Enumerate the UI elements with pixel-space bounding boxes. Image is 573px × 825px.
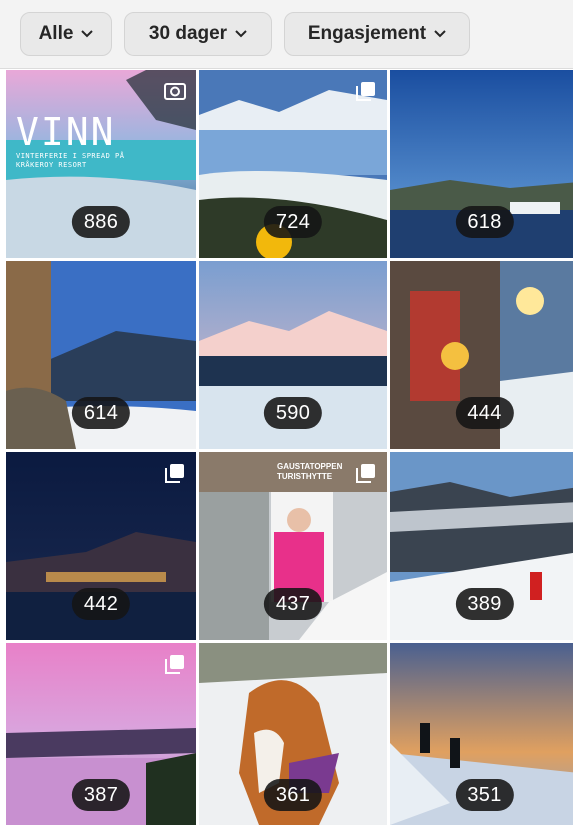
post-grid: VINN VINTERFERIE I SPREAD PÅ KRÅKEROY RE… (6, 70, 573, 825)
filter-period-dropdown[interactable]: 30 dager (124, 12, 272, 56)
engagement-count: 590 (263, 397, 323, 429)
filter-metric-label: Engasjement (307, 23, 427, 44)
filter-bar: Alle 30 dager Engasjement (0, 0, 573, 69)
post-tile[interactable]: 618 (390, 70, 573, 258)
chevron-down-icon (235, 30, 247, 38)
post-overlay-title: VINN (16, 110, 116, 154)
filter-all-dropdown[interactable]: Alle (20, 12, 112, 56)
engagement-count: 618 (455, 206, 514, 238)
engagement-count: 614 (71, 397, 131, 429)
post-tile[interactable]: 444 (390, 261, 573, 449)
engagement-count: 351 (455, 779, 514, 811)
engagement-count: 387 (71, 779, 131, 811)
post-tile[interactable]: 442 (6, 452, 196, 640)
engagement-count: 886 (71, 206, 131, 238)
post-tile[interactable]: 387 (6, 643, 196, 825)
post-tile[interactable]: 614 (6, 261, 196, 449)
engagement-count: 361 (263, 779, 323, 811)
filter-metric-dropdown[interactable]: Engasjement (284, 12, 470, 56)
engagement-count: 444 (455, 397, 514, 429)
carousel-icon (356, 464, 375, 483)
engagement-count: 724 (263, 206, 323, 238)
post-tile[interactable]: GAUSTATOPPEN TURISTHYTTE 437 (199, 452, 387, 640)
chevron-down-icon (81, 30, 94, 38)
filter-all-label: Alle (38, 23, 74, 44)
post-tile[interactable]: 351 (390, 643, 573, 825)
post-tile[interactable]: 590 (199, 261, 387, 449)
post-tile[interactable]: 361 (199, 643, 387, 825)
post-overlay-subtitle: VINTERFERIE I SPREAD PÅ KRÅKEROY RESORT (16, 152, 125, 169)
engagement-count: 442 (71, 588, 131, 620)
post-tile[interactable]: VINN VINTERFERIE I SPREAD PÅ KRÅKEROY RE… (6, 70, 196, 258)
post-sign-text: GAUSTATOPPEN TURISTHYTTE (277, 462, 343, 481)
filter-period-label: 30 dager (148, 23, 228, 44)
carousel-icon (165, 655, 184, 674)
chevron-down-icon (434, 30, 446, 38)
camera-icon (164, 83, 186, 100)
engagement-count: 389 (455, 588, 514, 620)
carousel-icon (356, 82, 375, 101)
post-tile[interactable]: 724 (199, 70, 387, 258)
carousel-icon (165, 464, 184, 483)
engagement-count: 437 (263, 588, 323, 620)
post-tile[interactable]: 389 (390, 452, 573, 640)
